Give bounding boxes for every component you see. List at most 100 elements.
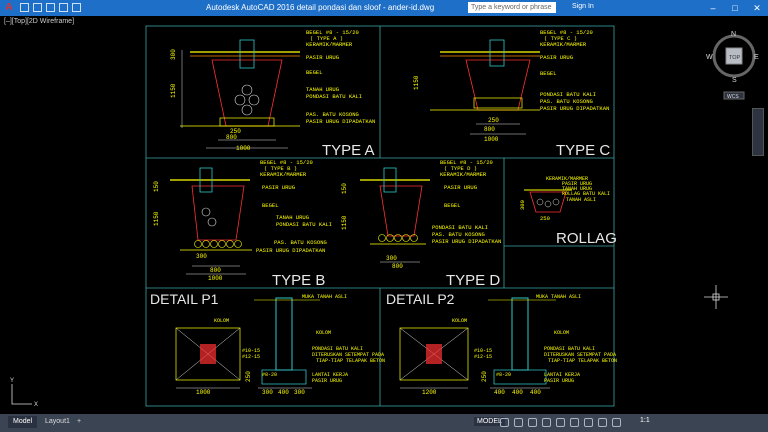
detail-p2-rebar-3: #8-20 [496,372,511,378]
type-d-note-7: PAS. BATU KOSONG [432,231,485,238]
type-b-note-7: PONDASI BATU KALI [276,221,332,228]
type-b-dim-4: 150 [153,181,160,192]
detail-p1-note-2: MUKA TANAH ASLI [302,294,347,300]
type-c-note-8: PASIR URUG DIPADATKAN [540,105,609,112]
annotation-scale[interactable]: 1:1 [640,417,650,424]
detail-p2-note-1: KOLOM [452,318,467,324]
type-b-note-8: PAS. BATU KOSONG [274,239,327,246]
viewcube-top-face[interactable]: TOP [729,55,741,61]
type-a-title: TYPE A [322,142,375,159]
type-a-note-8: PAS. BATU KOSONG [306,111,359,118]
type-a-dim-6: 1150 [170,83,177,98]
ortho-icon[interactable] [528,418,537,427]
detail-p1-rebar-3: #8-20 [262,372,277,378]
type-b-dim-3: 1000 [208,275,223,282]
drafting-toggles [500,418,621,427]
snap-icon[interactable] [514,418,523,427]
viewcube[interactable]: TOP N S E W WCS [706,31,759,100]
viewcube-west[interactable]: W [706,54,713,61]
viewcube-east[interactable]: E [754,54,759,61]
otrack-icon[interactable] [570,418,579,427]
type-b-note-6: TANAH URUG [276,214,309,221]
type-a-note-6: TANAH URUG [306,86,339,93]
svg-text:X: X [34,402,38,408]
rollag-note-5: TANAH ASLI [566,197,596,203]
detail-p2-note-2: MUKA TANAH ASLI [536,294,581,300]
type-a-note-4: PASIR URUG [306,54,339,61]
detail-p2-dim-3: 400 [512,389,523,396]
rollag-detail: 300 250 KERAMIK/MARMER PASIR URUG TANAH … [519,176,617,247]
detail-p2-dim-4: 400 [530,389,541,396]
type-c-dim-6: 1150 [413,75,420,90]
type-b-note-9: PASIR URUG DIPADATKAN [256,247,325,254]
detail-p1-note-8: PASIR URUG [312,378,342,384]
detail-p1-dim-1: 1000 [196,389,211,396]
type-c-dim-3: 1000 [484,136,499,143]
viewcube-north[interactable]: N [731,31,736,38]
polar-icon[interactable] [542,418,551,427]
ucs-axis-icon: Y X [10,378,38,408]
grid-icon[interactable] [500,418,509,427]
type-d-dim-1: 300 [386,255,397,262]
type-b-note-3: KERAMIK/MARMER [260,171,307,178]
wcs-menu[interactable]: WCS [727,94,739,100]
detail-p2: DETAIL P2 1200 400 400 400 250 KOLOM MUK… [386,291,617,396]
type-c-note-4: PASIR URUG [540,54,573,61]
type-a-dim-4: 300 [170,49,177,60]
tab-add-layout[interactable]: + [72,416,86,428]
type-b-note-5: BEGEL [262,202,279,209]
detail-p1: DETAIL P1 1000 300 400 300 250 KOLOM MUK… [150,291,385,396]
detail-p2-title: DETAIL P2 [386,291,455,307]
detail-p1-note-1: KOLOM [214,318,229,324]
type-d-dim-2: 800 [392,263,403,270]
crosshair-cursor-icon [704,285,728,309]
type-c-detail: 250 800 1000 1150 BEGEL #8 - 15/20 ( TYP… [413,29,610,159]
type-b-title: TYPE B [272,272,325,289]
rollag-dim-1: 300 [519,200,526,210]
osnap-icon[interactable] [556,418,565,427]
detail-p1-note-3: KOLOM [316,330,331,336]
type-d-dim-3: 150 [341,183,348,194]
detail-p1-dim-3: 400 [278,389,289,396]
type-d-note-4: PASIR URUG [444,184,477,191]
type-d-note-8: PASIR URUG DIPADATKAN [432,238,501,245]
detail-p1-dim-2: 300 [262,389,273,396]
lineweight-icon[interactable] [584,418,593,427]
type-c-note-6: PONDASI BATU KALI [540,91,596,98]
type-b-dim-2: 800 [210,267,221,274]
type-d-detail: 300 800 150 1150 BEGEL #8 - 15/20 ( TYPE… [341,159,501,289]
type-c-title: TYPE C [556,142,610,159]
detail-p2-dim-2: 400 [494,389,505,396]
type-b-dim-5: 1150 [153,211,160,226]
type-c-dim-1: 250 [488,117,499,124]
status-bar: Model Layout1 + MODEL 1:1 [0,414,768,432]
type-a-note-7: PONDASI BATU KALI [306,93,362,100]
type-a-dim-2: 1000 [236,145,251,152]
type-a-dim-3: 250 [230,128,241,135]
type-b-note-4: PASIR URUG [262,184,295,191]
type-d-dim-4: 1150 [341,215,348,230]
detail-p2-rebar-2: #12-15 [474,354,492,360]
viewcube-south[interactable]: S [732,77,737,84]
detail-p2-note-8: PASIR URUG [544,378,574,384]
type-a-detail: 800 1000 250 300 1150 BEGEL #8 - 15/20 (… [170,29,375,159]
type-c-note-5: BEGEL [540,70,557,77]
type-d-note-3: KERAMIK/MARMER [440,171,487,178]
type-b-dim-1: 300 [196,253,207,260]
detail-p1-rebar-2: #12-15 [242,354,260,360]
type-a-dim-1: 800 [226,134,237,141]
tab-layout1[interactable]: Layout1 [40,416,75,428]
rollag-dim-2: 250 [540,215,550,222]
detail-p2-note-3: KOLOM [554,330,569,336]
rollag-title: ROLLAG [556,230,617,247]
type-a-note-9: PASIR URUG DIPADATKAN [306,118,375,125]
detail-p2-note-6: TIAP-TIAP TELAPAK BETON [548,358,617,364]
transparency-icon[interactable] [598,418,607,427]
detail-p2-dim-5: 250 [481,371,488,382]
type-a-note-3: KERAMIK/MARMER [306,41,353,48]
type-c-dim-2: 800 [484,126,495,133]
navigation-bar[interactable] [752,108,764,156]
tab-model[interactable]: Model [8,416,38,428]
detail-p1-note-6: TIAP-TIAP TELAPAK BETON [316,358,385,364]
selection-cycling-icon[interactable] [612,418,621,427]
